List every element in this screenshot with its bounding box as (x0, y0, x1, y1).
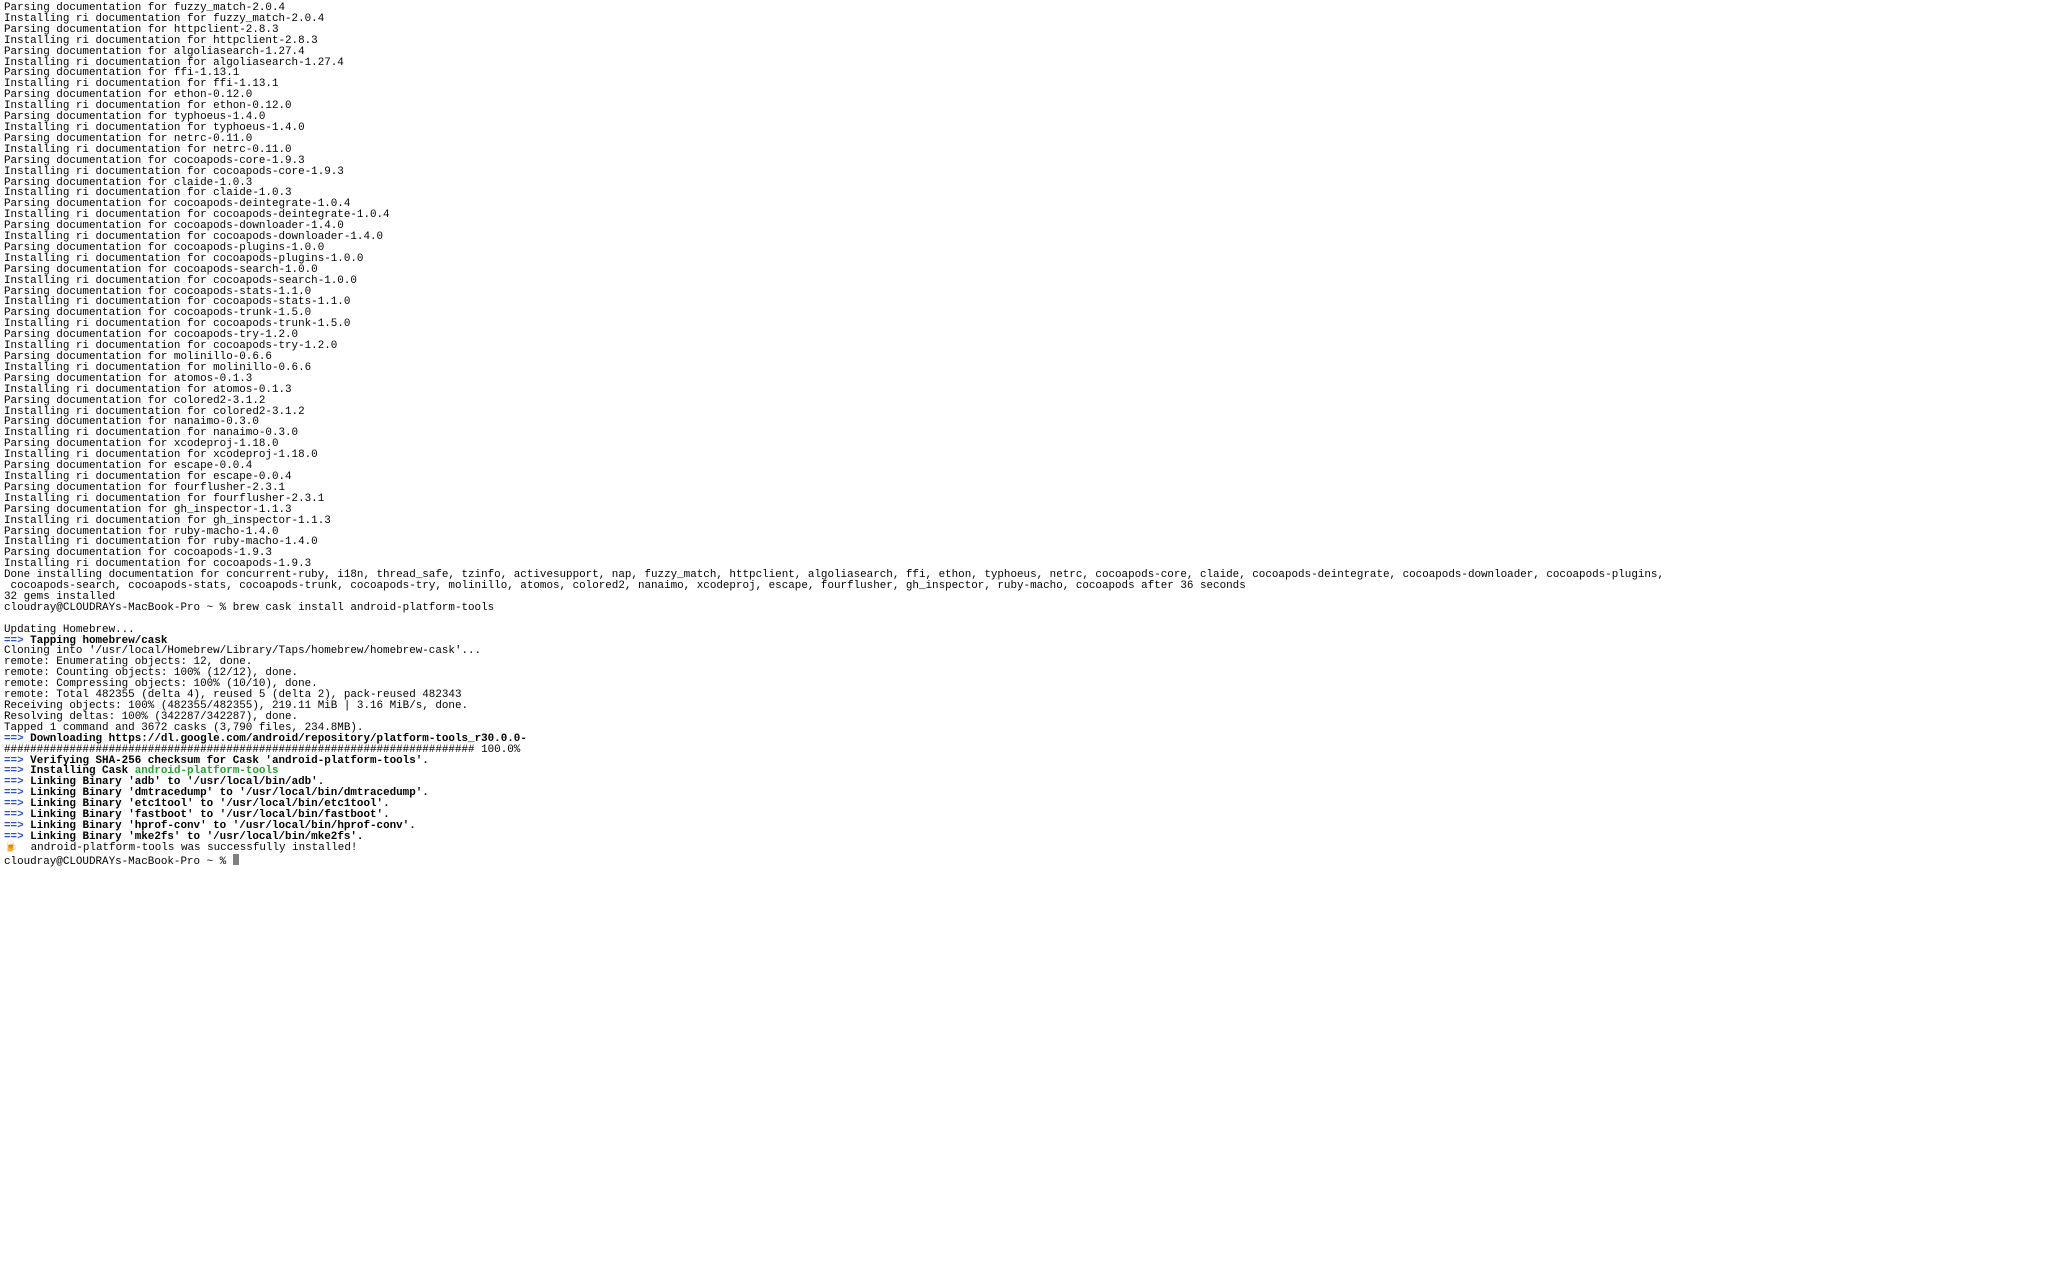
terminal-output[interactable]: Parsing documentation for fuzzy_match-2.… (0, 0, 2048, 871)
beer-icon: 🍺 (4, 842, 18, 854)
cursor (233, 854, 239, 865)
